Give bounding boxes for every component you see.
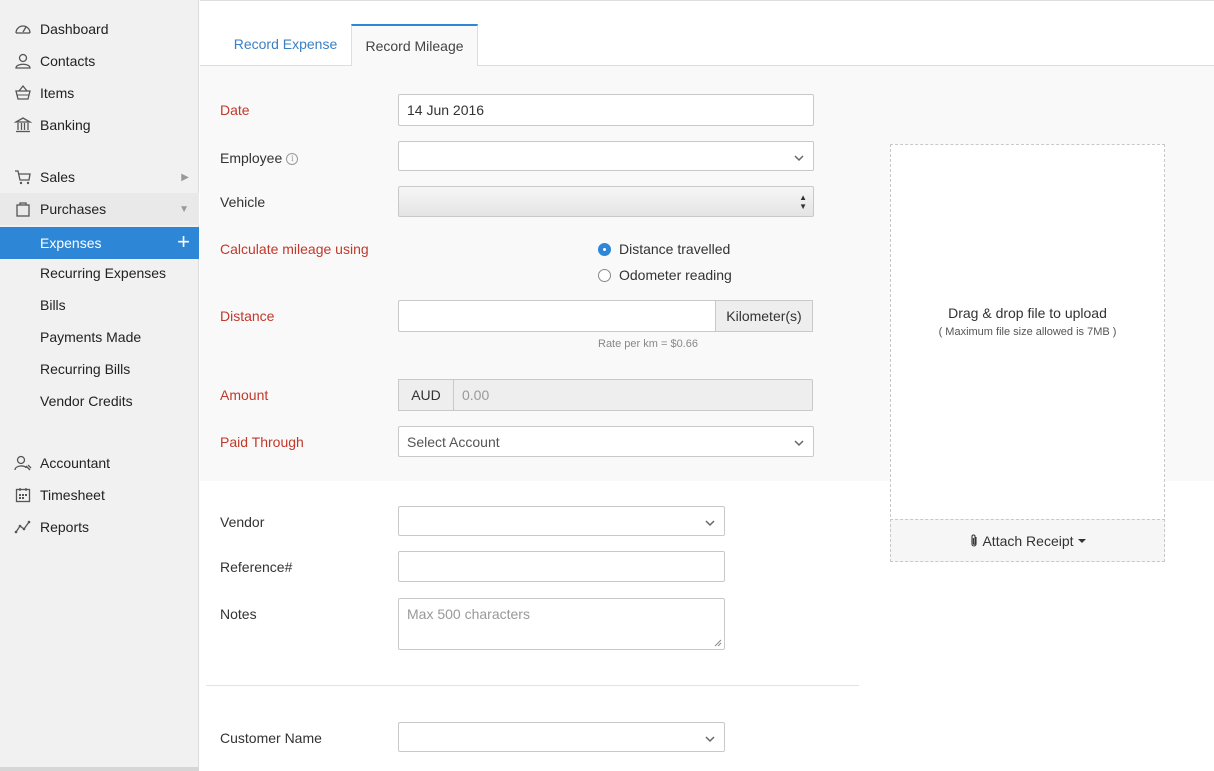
amount-placeholder: 0.00 — [462, 387, 490, 403]
accountant-icon — [14, 454, 32, 472]
customer-name-label: Customer Name — [220, 730, 322, 746]
date-field[interactable]: 14 Jun 2016 — [398, 94, 814, 126]
sidebar-item-recurring-expenses[interactable]: Recurring Expenses — [0, 257, 199, 289]
sidebar-item-sales[interactable]: Sales ▶ — [0, 161, 199, 193]
sidebar-item-label: Banking — [40, 117, 91, 133]
bag-icon — [14, 200, 32, 218]
paperclip-icon — [971, 534, 978, 547]
basket-icon — [14, 84, 32, 102]
date-label: Date — [220, 102, 250, 118]
bank-icon — [14, 116, 32, 134]
section-divider — [206, 685, 859, 686]
updown-arrows-icon: ▲ ▼ — [799, 193, 807, 211]
radio-label: Odometer reading — [619, 267, 732, 283]
chevron-down-icon: ▼ — [179, 203, 189, 215]
chart-icon — [14, 518, 32, 536]
chevron-down-icon — [793, 436, 805, 448]
main-content: Record Expense Record Mileage Date 14 Ju… — [200, 0, 1214, 771]
sidebar-item-label: Recurring Expenses — [40, 265, 167, 281]
chevron-down-icon — [704, 516, 716, 528]
employee-select[interactable] — [398, 141, 814, 171]
sidebar-item-label: Vendor Credits — [40, 393, 133, 409]
notes-label: Notes — [220, 606, 257, 622]
sidebar: Dashboard Contacts Items Banking Sales ▶… — [0, 0, 199, 771]
sidebar-item-label: Accountant — [40, 455, 111, 471]
add-expense-icon[interactable]: + — [177, 230, 190, 254]
calc-mileage-label: Calculate mileage using — [220, 241, 369, 257]
sidebar-item-label: Expenses — [40, 235, 102, 251]
date-value: 14 Jun 2016 — [407, 102, 485, 118]
radio-label: Distance travelled — [619, 241, 731, 257]
sidebar-item-banking[interactable]: Banking — [0, 109, 199, 141]
receipt-dropzone[interactable]: Drag & drop file to upload ( Maximum fil… — [890, 144, 1165, 562]
reference-input[interactable] — [398, 551, 725, 582]
sidebar-item-label: Contacts — [40, 53, 96, 69]
vendor-select[interactable] — [398, 506, 725, 536]
sidebar-item-label: Payments Made — [40, 329, 142, 345]
sidebar-item-reports[interactable]: Reports — [0, 511, 199, 543]
paid-through-label: Paid Through — [220, 434, 304, 450]
notes-textarea[interactable]: Max 500 characters — [398, 598, 725, 650]
user-icon — [14, 52, 32, 70]
dashboard-icon — [14, 20, 32, 38]
distance-unit-addon: Kilometer(s) — [715, 300, 813, 332]
amount-input[interactable]: 0.00 — [453, 379, 813, 411]
notes-placeholder: Max 500 characters — [407, 606, 530, 622]
sidebar-item-label: Reports — [40, 519, 90, 535]
sidebar-item-label: Sales — [40, 169, 76, 185]
sidebar-item-accountant[interactable]: Accountant — [0, 447, 199, 479]
sidebar-item-items[interactable]: Items — [0, 77, 199, 109]
sidebar-item-label: Recurring Bills — [40, 361, 131, 377]
paid-through-placeholder: Select Account — [407, 433, 500, 450]
vendor-label: Vendor — [220, 514, 265, 530]
radio-distance-travelled[interactable]: Distance travelled — [598, 241, 730, 257]
sidebar-item-dashboard[interactable]: Dashboard — [0, 13, 199, 45]
sidebar-item-purchases[interactable]: Purchases ▼ — [0, 193, 199, 225]
sidebar-item-label: Bills — [40, 297, 66, 313]
attach-receipt-label: Attach Receipt — [982, 532, 1074, 549]
attach-receipt-button[interactable]: Attach Receipt — [890, 519, 1165, 562]
sidebar-item-label: Items — [40, 85, 75, 101]
customer-select[interactable] — [398, 722, 725, 752]
caret-down-icon — [1077, 538, 1086, 543]
amount-label: Amount — [220, 387, 269, 403]
sidebar-item-bills[interactable]: Bills — [0, 289, 199, 321]
sidebar-item-expenses[interactable]: Expenses + — [0, 227, 199, 259]
paid-through-select[interactable]: Select Account — [398, 426, 814, 457]
cart-icon — [14, 168, 32, 186]
sidebar-item-payments-made[interactable]: Payments Made — [0, 321, 199, 353]
chevron-right-icon: ▶ — [181, 171, 189, 183]
distance-label: Distance — [220, 308, 275, 324]
sidebar-item-label: Dashboard — [40, 21, 109, 37]
employee-label-text: Employee — [220, 150, 283, 166]
sidebar-item-contacts[interactable]: Contacts — [0, 45, 199, 77]
distance-input[interactable] — [398, 300, 717, 332]
tab-record-expense[interactable]: Record Expense — [220, 24, 351, 66]
radio-button-selected[interactable] — [598, 242, 611, 256]
sidebar-item-vendor-credits[interactable]: Vendor Credits — [0, 385, 199, 417]
reference-label: Reference# — [220, 559, 293, 575]
resize-handle-icon[interactable] — [714, 639, 722, 647]
vehicle-label: Vehicle — [220, 194, 266, 210]
radio-button[interactable] — [598, 268, 611, 282]
info-icon[interactable]: i — [286, 153, 299, 166]
chevron-down-icon — [704, 732, 716, 744]
dropzone-title: Drag & drop file to upload — [948, 305, 1107, 321]
tab-bar: Record Expense Record Mileage — [200, 0, 1214, 67]
radio-odometer-reading[interactable]: Odometer reading — [598, 267, 732, 283]
currency-addon: AUD — [398, 379, 454, 411]
rate-hint: Rate per km = $0.66 — [598, 338, 698, 350]
tab-record-mileage[interactable]: Record Mileage — [351, 24, 478, 67]
chevron-down-icon — [793, 151, 805, 163]
sidebar-item-label: Timesheet — [40, 487, 105, 503]
sidebar-item-timesheet[interactable]: Timesheet — [0, 479, 199, 511]
sidebar-item-label: Purchases — [40, 201, 107, 217]
vehicle-select[interactable]: ▲ ▼ — [398, 186, 814, 217]
employee-label: Employee i — [220, 150, 299, 166]
dropzone-subtitle: ( Maximum file size allowed is 7MB ) — [938, 326, 1117, 338]
sidebar-item-recurring-bills[interactable]: Recurring Bills — [0, 353, 199, 385]
calendar-icon — [14, 486, 32, 504]
